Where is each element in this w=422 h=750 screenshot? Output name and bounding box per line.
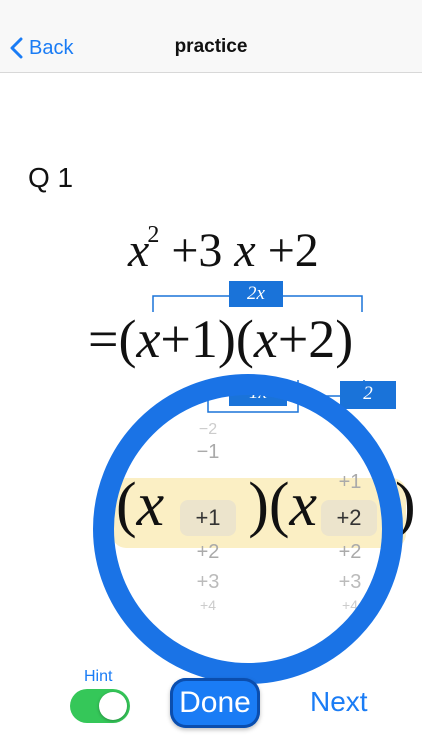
hint-label: Hint: [84, 668, 113, 685]
picker-mid-paren: )(: [248, 471, 290, 539]
wheel-left-item[interactable]: −2: [180, 421, 236, 439]
wheel-right-item[interactable]: +4: [322, 597, 378, 613]
factor2-variable: x: [253, 309, 278, 369]
wheel-right-item[interactable]: +3: [322, 571, 378, 594]
factored-expression: =(x+1)(x+2): [88, 308, 353, 370]
factor1-variable: x: [136, 309, 161, 369]
wheel-left-selected[interactable]: +1: [180, 500, 236, 536]
picker-open-paren: (: [116, 471, 137, 539]
left-term-tag: 1x: [229, 380, 287, 406]
bracket-guides: [152, 295, 365, 413]
factored-prefix: =(: [88, 309, 137, 369]
wheel-left-item[interactable]: +3: [180, 571, 236, 594]
hint-toggle[interactable]: [70, 689, 130, 723]
done-button[interactable]: Done: [170, 678, 260, 728]
wheel-right-selected[interactable]: +2: [321, 500, 377, 536]
factor1-constant: +1: [160, 309, 218, 369]
sum-tag: 2x: [229, 281, 283, 307]
picker-variable-1: x: [136, 471, 165, 539]
next-button[interactable]: Next: [310, 686, 368, 718]
picker-variable-2: x: [289, 471, 318, 539]
toggle-knob: [99, 692, 127, 720]
wheel-left-item[interactable]: +4: [180, 597, 236, 613]
picker-close-paren: ): [395, 471, 416, 539]
wheel-left-item[interactable]: +2: [180, 541, 236, 564]
wheel-left-item[interactable]: −1: [180, 441, 236, 464]
factor2-constant: +2: [277, 309, 336, 369]
factored-close: ): [335, 309, 354, 369]
wheel-right-item[interactable]: +2: [322, 541, 378, 564]
right-term-tag: 2: [340, 381, 396, 409]
factor-separator: )(: [217, 309, 254, 369]
